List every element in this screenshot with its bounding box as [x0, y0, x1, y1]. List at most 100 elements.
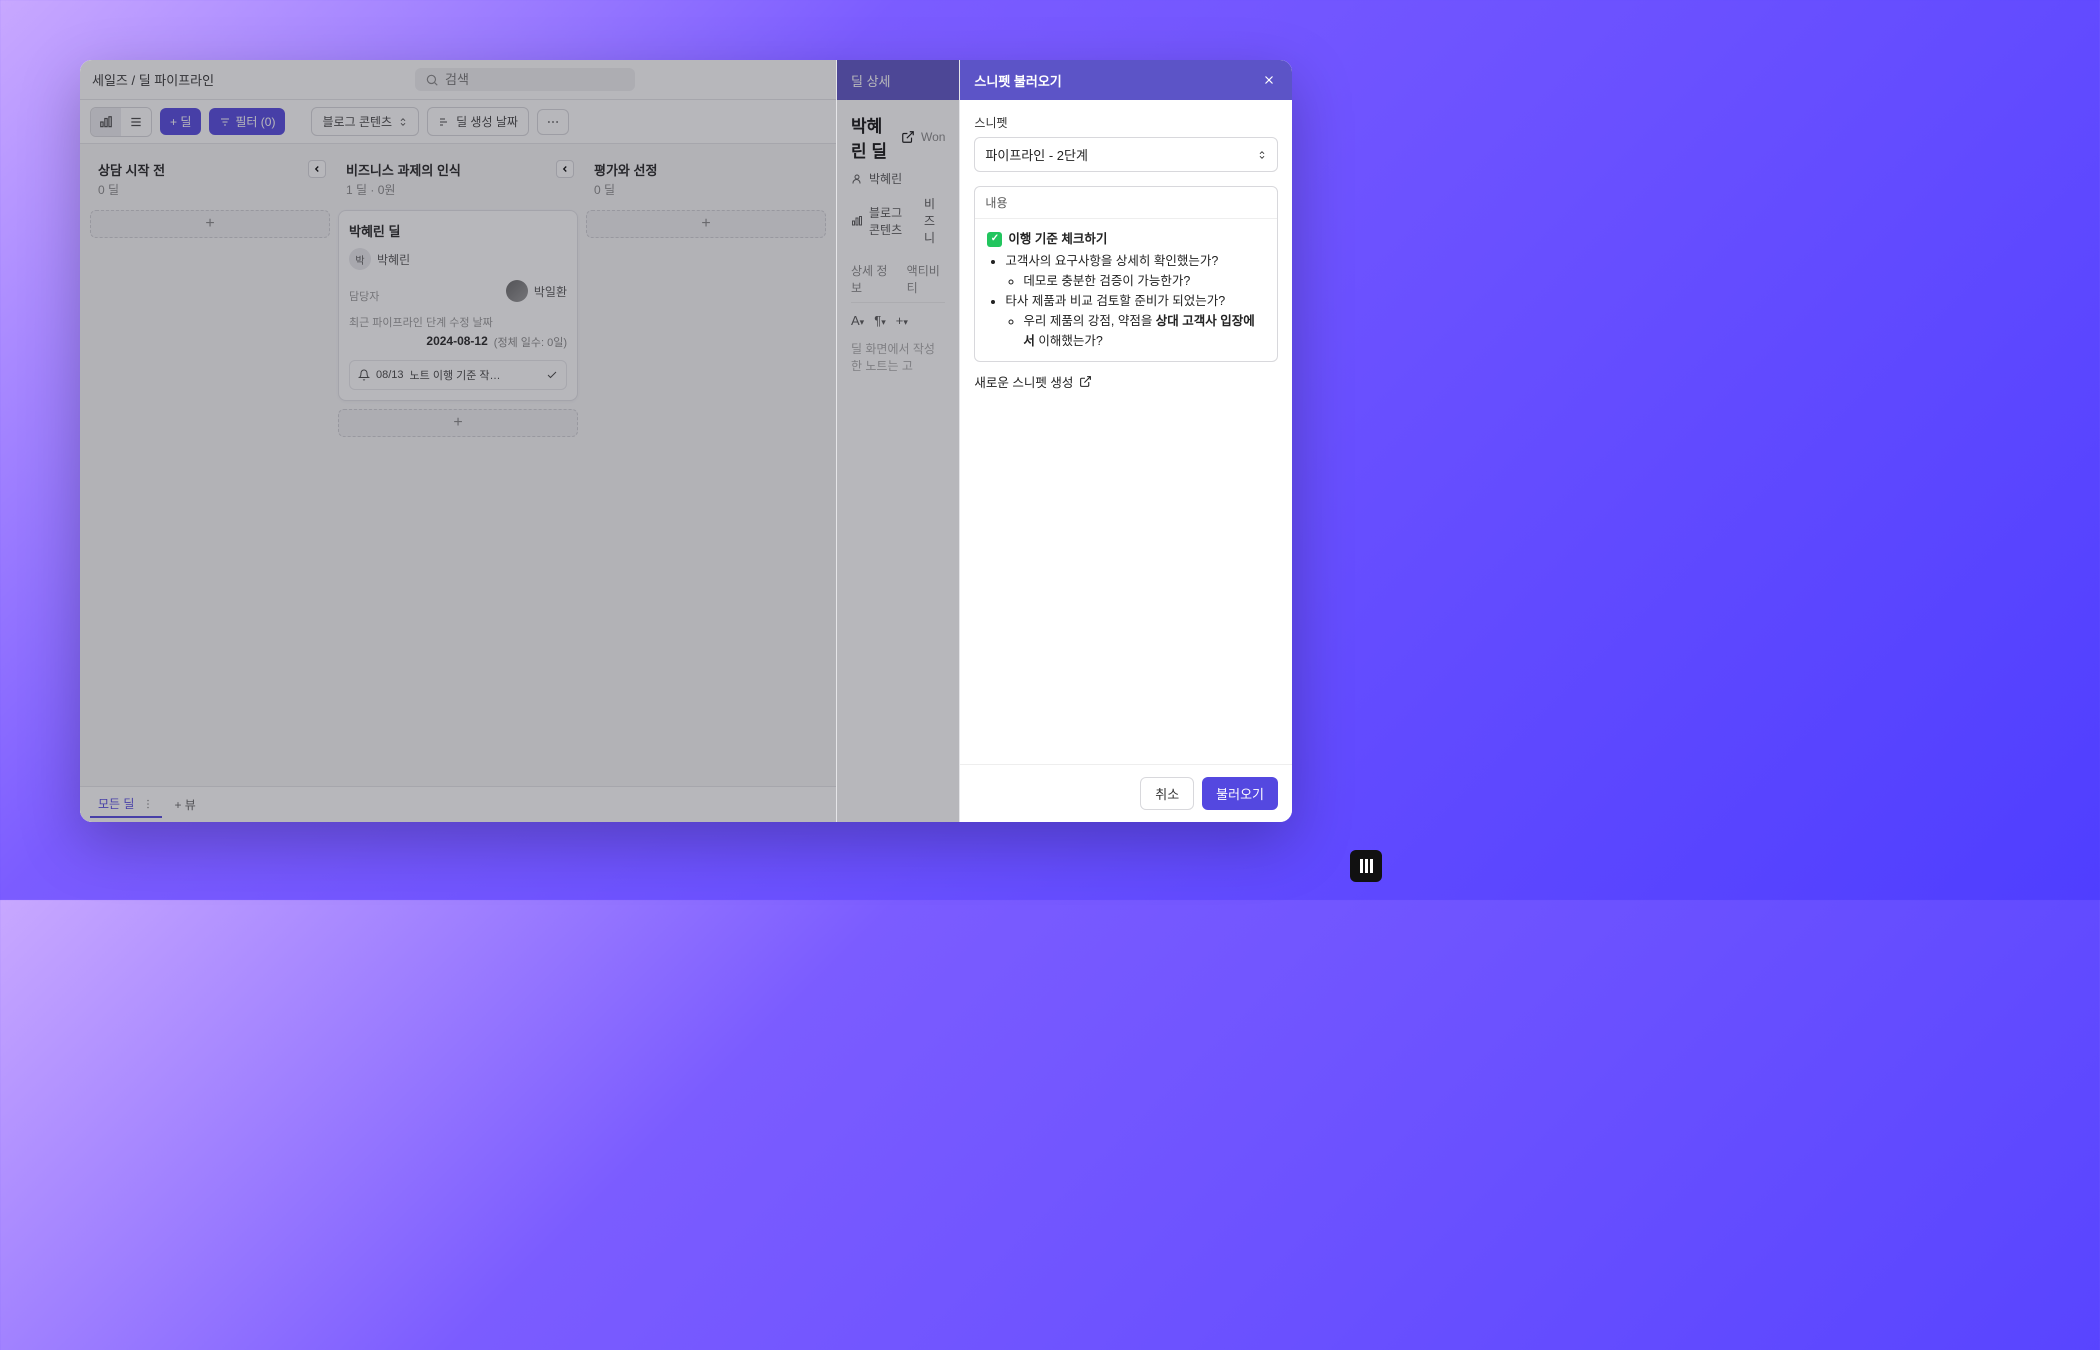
detail-header: 딜 상세	[837, 60, 959, 100]
search-wrap[interactable]	[415, 68, 635, 91]
deal-card-footer[interactable]: 08/13 노트 이행 기준 작…	[349, 360, 567, 390]
snippet-select-value: 파이프라인 - 2단계	[985, 145, 1088, 164]
bell-icon	[358, 369, 370, 381]
external-link-icon	[1079, 375, 1092, 388]
dots-vertical-icon[interactable]	[142, 798, 154, 810]
sort-button[interactable]: 딜 생성 날짜	[427, 107, 529, 136]
detail-tabs: 상세 정보 액티비티	[851, 262, 945, 303]
list-view-button[interactable]	[121, 108, 151, 136]
add-view-button[interactable]: + 뷰	[174, 796, 195, 813]
modal-title: 스니펫 불러오기	[974, 71, 1061, 90]
list-icon	[129, 115, 143, 129]
dots-icon	[546, 115, 560, 129]
kanban-view-button[interactable]	[91, 108, 121, 136]
modal-body: 스니펫 파이프라인 - 2단계 내용 ✓ 이행 기준 체크하기 고객사의 요구사…	[960, 100, 1292, 764]
pipeline-select-label: 블로그 콘텐츠	[322, 113, 392, 130]
main-area: 세일즈 / 딜 파이프라인 + 딜 필터 (0) 블	[80, 60, 836, 822]
submit-button[interactable]: 불러오기	[1202, 777, 1278, 810]
external-link-icon[interactable]	[901, 130, 915, 144]
detail-title: 박혜린 딜 Won	[851, 112, 945, 162]
editor-toolbar: A▾ ¶▾ +▾	[851, 313, 945, 328]
detail-pipeline-row: 블로그 콘텐츠 비즈니	[851, 195, 945, 246]
detail-contact-row: 박혜린	[851, 170, 945, 187]
detail-pipeline: 블로그 콘텐츠	[869, 204, 914, 238]
tab-activity[interactable]: 액티비티	[907, 262, 946, 296]
column-header: 상담 시작 전 0 딜	[90, 154, 330, 202]
column-title: 평가와 선정	[594, 160, 818, 179]
content-body: ✓ 이행 기준 체크하기 고객사의 요구사항을 상세히 확인했는가? 데모로 충…	[975, 219, 1277, 361]
breadcrumb[interactable]: 세일즈 / 딜 파이프라인	[92, 70, 214, 89]
add-card-button[interactable]: +	[338, 409, 578, 437]
column-header: 비즈니스 과제의 인식 1 딜 · 0원	[338, 154, 578, 202]
modal-footer: 취소 불러오기	[960, 764, 1292, 822]
bars-icon	[99, 115, 113, 129]
search-input[interactable]	[445, 72, 625, 87]
content-preview: 내용 ✓ 이행 기준 체크하기 고객사의 요구사항을 상세히 확인했는가? 데모…	[974, 186, 1278, 362]
column-meta: 0 딜	[594, 181, 818, 198]
detail-contact: 박혜린	[869, 170, 902, 187]
new-snippet-label: 새로운 스니펫 생성	[974, 372, 1073, 391]
contact-name: 박혜린	[377, 251, 410, 268]
snippet-select[interactable]: 파이프라인 - 2단계	[974, 137, 1278, 172]
insert-button[interactable]: +▾	[896, 313, 908, 328]
view-tab-label: 모든 딜	[98, 795, 134, 812]
view-toggle	[90, 107, 152, 137]
footer-date: 08/13	[376, 369, 404, 381]
footer-text: 노트 이행 기준 작…	[410, 367, 540, 383]
add-deal-button[interactable]: + 딜	[160, 108, 201, 135]
deal-date-row: 2024-08-12 (정체 일수: 0일)	[349, 334, 567, 350]
recent-label: 최근 파이프라인 단계 수정 날짜	[349, 314, 567, 330]
person-icon	[851, 173, 863, 185]
filter-icon	[219, 116, 231, 128]
add-card-button[interactable]: +	[90, 210, 330, 238]
check-icon	[546, 369, 558, 381]
owner-name: 박일환	[534, 283, 567, 300]
chevron-left-icon	[560, 164, 570, 174]
content-check-title: ✓ 이행 기준 체크하기	[987, 229, 1265, 249]
chevron-left-icon	[312, 164, 322, 174]
text-style-button[interactable]: A▾	[851, 313, 864, 328]
deal-stale: (정체 일수: 0일)	[494, 334, 567, 350]
deal-detail-panel: 딜 상세 박혜린 딜 Won 박혜린 블로그 콘텐츠 비즈니 상세 정보 액티비…	[836, 60, 959, 822]
snippet-field-label: 스니펫	[974, 114, 1278, 131]
new-snippet-link[interactable]: 새로운 스니펫 생성	[974, 372, 1278, 391]
deal-card-title: 박혜린 딜	[349, 221, 567, 240]
detail-header-label: 딜 상세	[851, 71, 891, 90]
deal-contact-row: 박 박혜린	[349, 248, 567, 270]
pipeline-select[interactable]: 블로그 콘텐츠	[311, 107, 419, 136]
owner-label: 담당자	[349, 288, 379, 304]
topbar: 세일즈 / 딜 파이프라인	[80, 60, 836, 100]
close-icon	[1262, 73, 1276, 87]
toolbar: + 딜 필터 (0) 블로그 콘텐츠 딜 생성 날짜	[80, 100, 836, 144]
collapse-column-button[interactable]	[308, 160, 326, 178]
collapse-column-button[interactable]	[556, 160, 574, 178]
detail-stage: 비즈니	[924, 195, 945, 246]
column-meta: 1 딜 · 0원	[346, 181, 570, 198]
list-item: 우리 제품의 강점, 약점을 상대 고객사 입장에서 이해했는가?	[1023, 311, 1265, 351]
chevron-updown-icon	[1257, 149, 1267, 161]
cancel-button[interactable]: 취소	[1140, 777, 1194, 810]
detail-title-text: 박혜린 딜	[851, 112, 895, 162]
checkbox-icon: ✓	[987, 232, 1002, 247]
deal-date: 2024-08-12	[426, 334, 487, 350]
column-title: 상담 시작 전	[98, 160, 322, 179]
deal-card[interactable]: 박혜린 딜 박 박혜린 담당자 박일환 최근 파이프라인 단계 수정 날짜	[338, 210, 578, 401]
close-button[interactable]	[1260, 71, 1278, 89]
bottombar: 모든 딜 + 뷰	[80, 786, 836, 822]
tab-info[interactable]: 상세 정보	[851, 262, 893, 296]
add-card-button[interactable]: +	[586, 210, 826, 238]
bars-icon	[851, 215, 863, 227]
contact-avatar: 박	[349, 248, 371, 270]
filter-button[interactable]: 필터 (0)	[209, 108, 285, 135]
column-meta: 0 딜	[98, 181, 322, 198]
kanban-column: 상담 시작 전 0 딜 +	[90, 154, 330, 776]
chevron-updown-icon	[398, 116, 408, 128]
paragraph-button[interactable]: ¶▾	[874, 313, 886, 328]
more-button[interactable]	[537, 109, 569, 135]
owner-avatar	[506, 280, 528, 302]
view-tab[interactable]: 모든 딜	[90, 791, 162, 818]
won-label: Won	[921, 130, 945, 144]
modal-header: 스니펫 불러오기	[960, 60, 1292, 100]
list-item: 타사 제품과 비교 검토할 준비가 되었는가? 우리 제품의 강점, 약점을 상…	[1005, 291, 1265, 351]
search-icon	[425, 73, 439, 87]
